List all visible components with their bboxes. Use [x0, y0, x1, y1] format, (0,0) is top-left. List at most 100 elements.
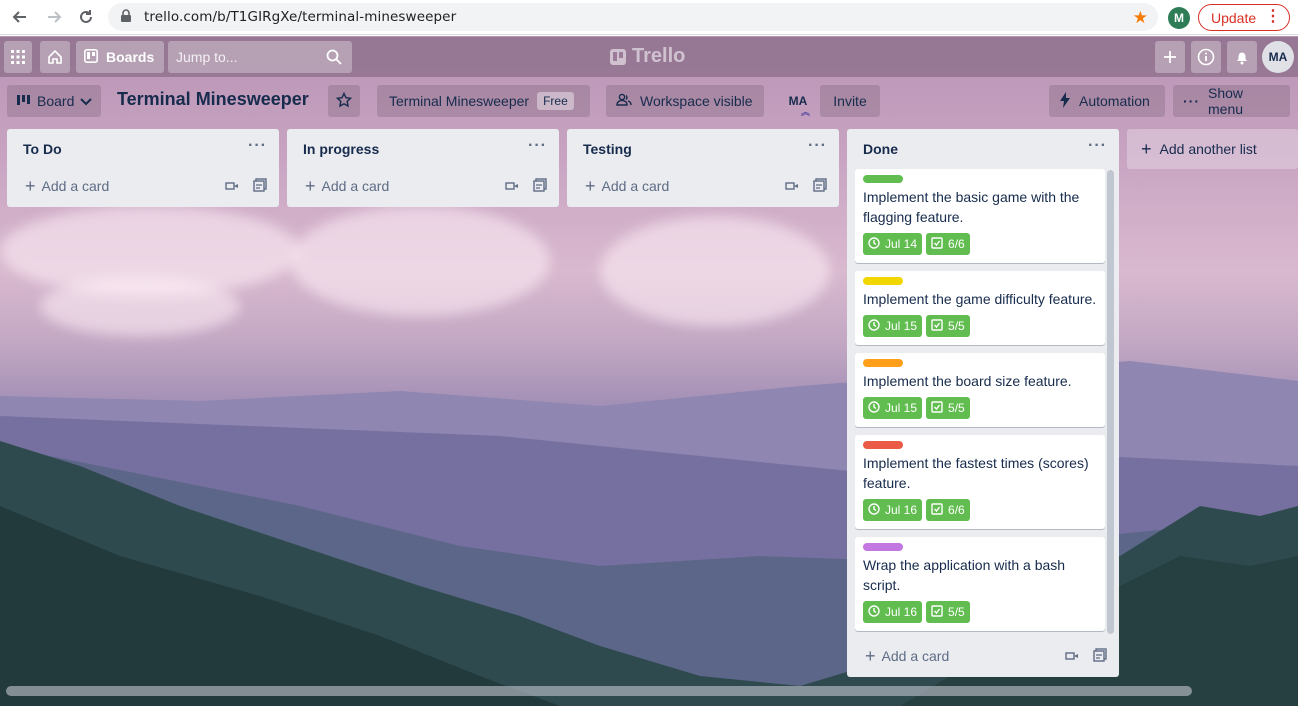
list-header[interactable]: Testing ···	[567, 129, 839, 169]
checklist-count: 5/5	[948, 401, 965, 415]
due-date-text: Jul 15	[885, 401, 918, 415]
star-board-button[interactable]	[328, 85, 360, 117]
list-menu-icon[interactable]: ···	[808, 138, 827, 154]
apps-grid-icon[interactable]	[4, 41, 32, 73]
list-header[interactable]: In progress ···	[287, 129, 559, 169]
add-card-label: Add a card	[601, 178, 670, 194]
add-card-label: Add a card	[41, 178, 110, 194]
info-icon[interactable]	[1191, 41, 1221, 73]
checklist-badge: 5/5	[926, 315, 970, 337]
checklist-count: 5/5	[948, 319, 965, 333]
member-avatar[interactable]: MA	[1262, 41, 1294, 73]
checkbox-icon	[931, 604, 943, 620]
plus-icon: +	[865, 645, 876, 666]
add-card-button[interactable]: + Add a card	[7, 169, 279, 203]
board-view-switcher[interactable]: Board	[7, 85, 101, 117]
workspace-visible-icon	[616, 93, 632, 110]
search-input[interactable]: Jump to...	[168, 41, 352, 73]
video-template-icon[interactable]	[785, 178, 799, 195]
board-title[interactable]: Terminal Minesweeper	[117, 89, 309, 110]
card-template-icon[interactable]	[1093, 648, 1107, 665]
invite-button[interactable]: Invite	[820, 85, 880, 117]
board-horizontal-scrollbar[interactable]	[6, 686, 1192, 696]
more-horizontal-icon: ···	[1183, 93, 1200, 109]
trello-logo[interactable]: Trello	[610, 45, 685, 68]
reload-icon[interactable]	[74, 6, 98, 28]
due-date-badge[interactable]: Jul 15	[863, 397, 923, 419]
chevron-down-icon	[80, 93, 93, 109]
card-template-icon[interactable]	[533, 178, 547, 195]
card-label[interactable]	[863, 359, 903, 367]
boards-button[interactable]: Boards	[76, 41, 164, 73]
checklist-count: 5/5	[948, 605, 965, 619]
checklist-badge: 6/6	[926, 233, 970, 255]
automation-button[interactable]: Automation	[1049, 85, 1165, 117]
more-vert-icon: ⋮	[1265, 8, 1281, 25]
notifications-bell-icon[interactable]	[1227, 41, 1257, 73]
trello-logo-text: Trello	[632, 45, 686, 67]
card-template-icon[interactable]	[253, 178, 267, 195]
list-title: To Do	[23, 141, 62, 157]
create-plus-icon[interactable]	[1155, 41, 1185, 73]
board-view-icon	[17, 93, 31, 109]
update-button[interactable]: Update ⋮	[1198, 4, 1290, 31]
card-template-icon[interactable]	[813, 178, 827, 195]
card[interactable]: Implement the board size feature. Jul 15…	[855, 353, 1105, 427]
forward-icon[interactable]	[42, 6, 66, 28]
checklist-badge: 6/6	[926, 499, 970, 521]
board-member-avatar[interactable]: MA ︽	[782, 85, 814, 117]
card-title: Implement the board size feature.	[863, 373, 1072, 389]
list-header[interactable]: To Do ···	[7, 129, 279, 169]
list-menu-icon[interactable]: ···	[1088, 138, 1107, 154]
back-icon[interactable]	[8, 6, 32, 28]
card-title: Wrap the application with a bash script.	[863, 557, 1066, 593]
list-header[interactable]: Done ···	[847, 129, 1119, 169]
list-title: In progress	[303, 141, 380, 157]
address-bar[interactable]: trello.com/b/T1GIRgXe/terminal-minesweep…	[108, 3, 1158, 31]
due-date-badge[interactable]: Jul 15	[863, 315, 923, 337]
add-card-button[interactable]: + Add a card	[567, 169, 839, 203]
card[interactable]: Implement the basic game with the flaggi…	[855, 169, 1105, 263]
lightning-icon	[1059, 91, 1071, 111]
list-in-progress: In progress ··· + Add a card	[287, 129, 559, 207]
checklist-count: 6/6	[948, 503, 965, 517]
checkbox-icon	[931, 318, 943, 334]
card-label[interactable]	[863, 277, 903, 285]
add-card-label: Add a card	[881, 648, 950, 664]
workspace-button[interactable]: Terminal Minesweeper Free	[377, 85, 590, 117]
card-title: Implement the game difficulty feature.	[863, 291, 1097, 307]
profile-avatar[interactable]: M	[1168, 7, 1190, 29]
card-label[interactable]	[863, 175, 903, 183]
add-list-button[interactable]: + Add another list	[1127, 129, 1298, 169]
search-icon	[326, 49, 342, 68]
card-label[interactable]	[863, 543, 903, 551]
bookmark-star-icon[interactable]: ★	[1133, 8, 1148, 28]
add-card-button[interactable]: + Add a card	[287, 169, 559, 203]
checkbox-icon	[931, 236, 943, 252]
show-menu-button[interactable]: ··· Show menu	[1173, 85, 1290, 117]
due-date-text: Jul 16	[885, 605, 918, 619]
list-menu-icon[interactable]: ···	[528, 138, 547, 154]
plus-icon: +	[585, 175, 596, 196]
clock-icon	[868, 502, 880, 518]
card-label[interactable]	[863, 441, 903, 449]
list-title: Testing	[583, 141, 632, 157]
due-date-badge[interactable]: Jul 16	[863, 601, 923, 623]
add-card-label: Add a card	[321, 178, 390, 194]
add-card-button[interactable]: + Add a card	[847, 639, 1119, 673]
card[interactable]: Implement the fastest times (scores) fea…	[855, 435, 1105, 529]
home-icon[interactable]	[40, 41, 70, 73]
visibility-button[interactable]: Workspace visible	[606, 85, 764, 117]
checklist-badge: 5/5	[926, 601, 970, 623]
video-template-icon[interactable]	[225, 178, 239, 195]
video-template-icon[interactable]	[505, 178, 519, 195]
due-date-badge[interactable]: Jul 16	[863, 499, 923, 521]
card[interactable]: Wrap the application with a bash script.…	[855, 537, 1105, 631]
card[interactable]: Implement the game difficulty feature. J…	[855, 271, 1105, 345]
list-scrollbar[interactable]	[1107, 170, 1114, 634]
due-date-badge[interactable]: Jul 14	[863, 233, 923, 255]
video-template-icon[interactable]	[1065, 648, 1079, 665]
clock-icon	[868, 400, 880, 416]
due-date-text: Jul 14	[885, 237, 918, 251]
list-menu-icon[interactable]: ···	[248, 138, 267, 154]
